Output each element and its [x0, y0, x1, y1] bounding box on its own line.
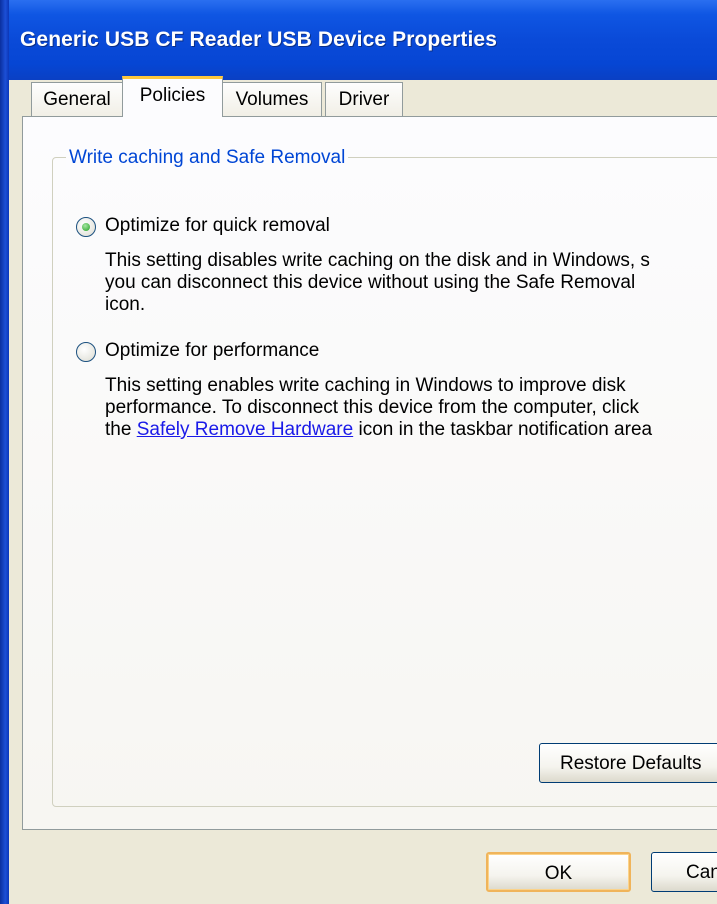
quick-removal-description: This setting disables write caching on t… — [105, 250, 650, 316]
tab-policies[interactable]: Policies — [122, 76, 223, 117]
restore-defaults-button[interactable]: Restore Defaults — [539, 743, 717, 783]
tab-driver[interactable]: Driver — [325, 82, 403, 116]
radio-performance[interactable] — [76, 342, 96, 362]
window-title: Generic USB CF Reader USB Device Propert… — [20, 28, 497, 51]
ok-button[interactable]: OK — [486, 852, 631, 892]
radio-performance-label[interactable]: Optimize for performance — [105, 340, 319, 362]
radio-quick-removal[interactable] — [76, 217, 96, 237]
performance-description-line-3: the Safely Remove Hardware icon in the t… — [105, 419, 652, 441]
groupbox-legend: Write caching and Safe Removal — [66, 147, 349, 169]
quick-removal-description-line-3: icon. — [105, 294, 146, 315]
quick-removal-description-line-2: you can disconnect this device without u… — [105, 272, 636, 293]
tab-general[interactable]: General — [31, 82, 123, 116]
safely-remove-hardware-link[interactable]: Safely Remove Hardware — [137, 419, 353, 440]
cancel-button[interactable]: Cancel — [651, 852, 717, 892]
performance-description-line-1: This setting enables write caching in Wi… — [105, 375, 626, 396]
performance-description: This setting enables write caching in Wi… — [105, 375, 652, 441]
performance-description-suffix: icon in the taskbar notification area — [353, 419, 653, 440]
radio-quick-removal-label[interactable]: Optimize for quick removal — [105, 215, 330, 237]
title-bar[interactable]: Generic USB CF Reader USB Device Propert… — [9, 0, 717, 80]
quick-removal-description-line-1: This setting disables write caching on t… — [105, 250, 650, 271]
tab-volumes[interactable]: Volumes — [222, 82, 322, 116]
window-frame-left — [0, 0, 9, 904]
performance-description-line-2: performance. To disconnect this device f… — [105, 397, 640, 418]
performance-description-prefix: the — [105, 419, 137, 440]
